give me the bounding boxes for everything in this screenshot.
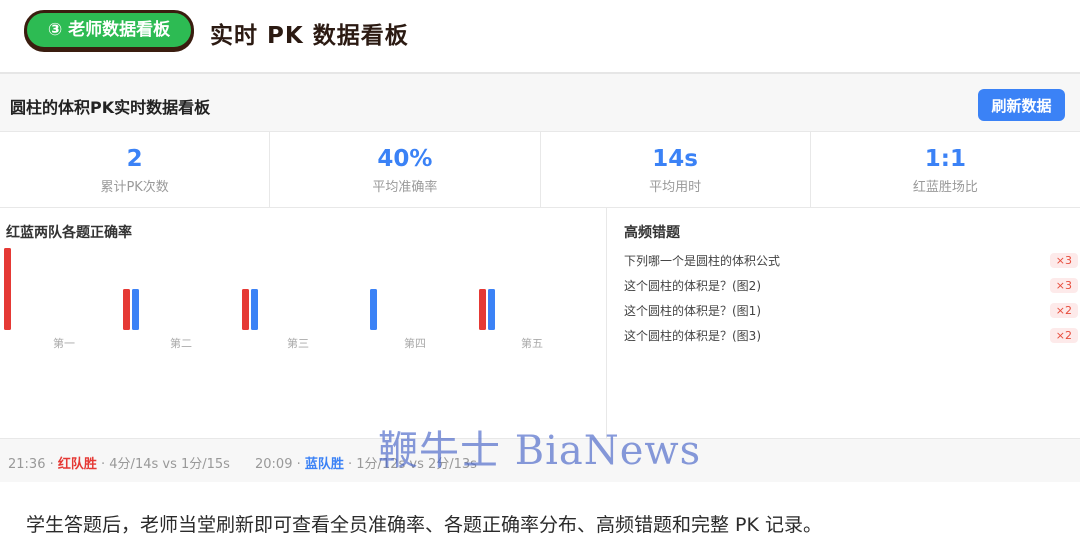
accuracy-chart-card: 红蓝两队各题正确率 第一 第二 第三 第四 第五 [0,208,607,438]
errors-list: 下列哪一个是圆柱的体积公式 ×3 这个圆柱的体积是？(图2) ×3 这个圆柱的体… [624,248,1078,348]
error-question: 这个圆柱的体积是？(图2) [624,279,761,293]
chart-category-label: 第四 [404,336,426,350]
error-count-badge: ×2 [1049,303,1078,318]
log-time: 20:09 · [255,457,305,472]
errors-title: 高频错题 [624,225,680,241]
chart-bar-blue [132,289,139,330]
error-count-badge: ×2 [1049,328,1078,343]
page-title: 实时 PK 数据看板 [210,23,409,49]
pk-log-entry: 21:36 · 红队胜 · 4分/14s vs 1分/15s [8,453,230,472]
log-winner: 红队胜 [57,457,97,472]
stat-value: 40% [377,146,433,172]
chart-bar-blue [251,289,258,330]
refresh-button[interactable]: 刷新数据 [978,89,1065,121]
caption-text: 学生答题后，老师当堂刷新即可查看全员准确率、各题正确率分布、高频错题和完整 PK… [26,514,822,536]
log-winner: 蓝队胜 [304,457,344,472]
error-item[interactable]: 这个圆柱的体积是？(图3) ×2 [624,323,1078,348]
stat-value: 2 [126,146,143,172]
stat-value: 1:1 [924,146,966,172]
chart-bar-red [479,289,486,330]
accuracy-bar-chart: 第一 第二 第三 第四 第五 [4,248,543,350]
log-time: 21:36 · [8,457,58,472]
error-item[interactable]: 这个圆柱的体积是？(图2) ×3 [624,273,1078,298]
chart-category-label: 第一 [53,336,75,350]
error-question: 这个圆柱的体积是？(图3) [624,329,761,343]
log-detail: · 4分/14s vs 1分/15s [96,457,230,472]
top-header: ③ 老师数据看板 实时 PK 数据看板 [0,0,1080,72]
chart-category-label: 第三 [287,336,309,350]
stat-value: 14s [652,146,698,172]
chart-bar-red [123,289,130,330]
error-question: 下列哪一个是圆柱的体积公式 [624,254,781,268]
error-item[interactable]: 下列哪一个是圆柱的体积公式 ×3 [624,248,1078,273]
frequent-errors-card: 高频错题 下列哪一个是圆柱的体积公式 ×3 这个圆柱的体积是？(图2) ×3 这… [608,208,1080,438]
stat-label: 平均准确率 [372,180,438,195]
chart-bar-red [242,289,249,330]
chart-bar-blue [488,289,495,330]
watermark: 鞭牛士 BiaNews [378,428,702,474]
section-badge: ③ 老师数据看板 [24,10,194,50]
error-question: 这个圆柱的体积是？(图1) [624,304,761,318]
stat-label: 红蓝胜场比 [912,180,978,195]
stat-accuracy: 40% 平均准确率 [270,132,541,207]
panel-header: 圆柱的体积PK实时数据看板 刷新数据 [0,74,1080,132]
panel-title: 圆柱的体积PK实时数据看板 [10,98,211,117]
chart-bar-blue [370,289,377,330]
stat-avg-time: 14s 平均用时 [541,132,811,207]
stat-win-ratio: 1:1 红蓝胜场比 [811,132,1080,207]
stat-label: 累计PK次数 [100,180,169,195]
chart-bar-red [4,248,11,330]
error-item[interactable]: 这个圆柱的体积是？(图1) ×2 [624,298,1078,323]
stat-label: 平均用时 [649,180,702,195]
stat-pk-count: 2 累计PK次数 [0,132,271,207]
stats-row: 2 累计PK次数 40% 平均准确率 14s 平均用时 1:1 红蓝胜场比 [0,132,1080,208]
chart-category-label: 第五 [521,336,543,350]
error-count-badge: ×3 [1049,278,1078,293]
chart-title: 红蓝两队各题正确率 [6,225,132,241]
chart-category-label: 第二 [170,336,192,350]
error-count-badge: ×3 [1049,253,1078,268]
